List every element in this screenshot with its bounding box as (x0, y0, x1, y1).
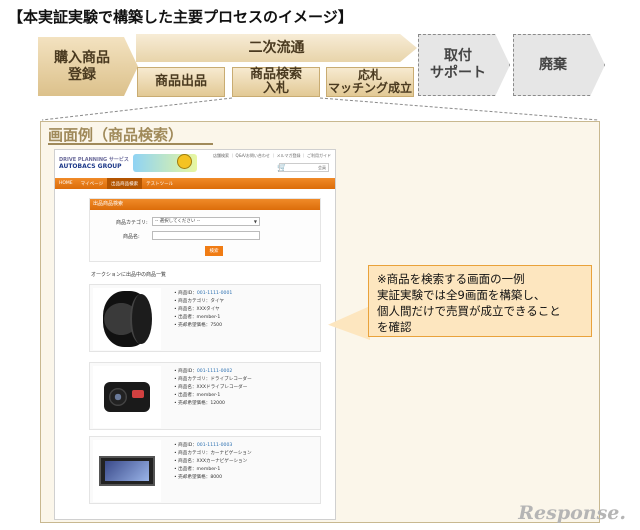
item-id-row: 商品ID：001-1111-0002 (174, 368, 252, 376)
item-image-dashcam[interactable] (93, 366, 161, 428)
item-id-row: 商品ID：001-1111-0003 (174, 442, 252, 450)
item-details: 商品ID：001-1111-0002 商品カテゴリ：ドライブレコーダー 商品名：… (174, 368, 252, 408)
list-item[interactable]: 商品ID：001-1111-0002 商品カテゴリ：ドライブレコーダー 商品名：… (89, 362, 321, 430)
item-price: 売却希望価格：7500 (174, 322, 232, 330)
user-box[interactable]: 会員 (279, 163, 329, 172)
dashcam-icon (104, 382, 150, 412)
note-line-2: 実証実験では全9画面を構築し、 (377, 288, 546, 302)
tire-icon (103, 291, 152, 347)
site-logo[interactable]: AUTOBACS GROUP (59, 163, 122, 170)
item-id-label: 商品ID： (178, 443, 197, 448)
item-id-link[interactable]: 001-1111-0003 (197, 443, 232, 448)
item-details: 商品ID：001-1111-0003 商品カテゴリ：カーナビゲーション 商品名：… (174, 442, 252, 482)
search-panel: 出品商品検索 商品カテゴリ: -- 選択してください -- ▼ 商品名: 検索 (89, 198, 321, 262)
note-line-1: ※商品を検索する画面の一例 (377, 272, 525, 286)
item-seller: 出品者：member-1 (174, 466, 252, 474)
note-line-4: を確認 (377, 320, 412, 334)
header-links[interactable]: 店舗検索 ｜ Q&A/お問い合わせ ｜ メルマガ登録 ｜ ご利用ガイド (213, 153, 331, 159)
item-image-tire[interactable] (93, 288, 161, 350)
website-mockup: DRIVE PLANNING サービス AUTOBACS GROUP 店舗検索 … (54, 149, 336, 520)
site-logo-line1: DRIVE PLANNING サービス (59, 157, 129, 163)
product-name-input[interactable] (152, 231, 260, 240)
item-image-navigation[interactable] (93, 440, 161, 502)
item-id-row: 商品ID：001-1111-0001 (174, 290, 232, 298)
category-select[interactable]: -- 選択してください -- ▼ (152, 217, 260, 226)
search-button[interactable]: 検索 (205, 246, 223, 256)
item-id-link[interactable]: 001-1111-0002 (197, 369, 232, 374)
category-label: 商品カテゴリ: (116, 220, 148, 226)
example-title: 画面例（商品検索） (48, 126, 184, 144)
item-id-label: 商品ID： (178, 291, 197, 296)
item-name: 商品名：XXXカーナビゲーション (174, 458, 252, 466)
item-name: 商品名：XXXタイヤ (174, 306, 232, 314)
nav-home[interactable]: HOME (55, 181, 77, 186)
note-callout: ※商品を検索する画面の一例 実証実験では全9画面を構築し、 個人間だけで売買が成… (368, 265, 592, 337)
product-name-label: 商品名: (123, 234, 140, 240)
search-panel-heading: 出品商品検索 (90, 199, 320, 210)
category-select-value: -- 選択してください -- (155, 219, 201, 224)
item-name: 商品名：XXXドライブレコーダー (174, 384, 252, 392)
nav-test-tool[interactable]: テストツール (142, 181, 177, 187)
list-item[interactable]: 商品ID：001-1111-0001 商品カテゴリ：タイヤ 商品名：XXXタイヤ… (89, 284, 321, 352)
item-price: 売却希望価格：8000 (174, 474, 252, 482)
chevron-down-icon: ▼ (253, 219, 257, 224)
item-category: 商品カテゴリ：タイヤ (174, 298, 232, 306)
item-seller: 出品者：member-1 (174, 314, 232, 322)
site-nav: HOME マイページ 出品商品検索 テストツール (55, 178, 335, 189)
item-details: 商品ID：001-1111-0001 商品カテゴリ：タイヤ 商品名：XXXタイヤ… (174, 290, 232, 330)
car-navigation-icon (99, 456, 155, 486)
nav-item-search[interactable]: 出品商品検索 (107, 178, 143, 189)
example-title-underline (48, 143, 213, 145)
watermark-logo: Response. (518, 502, 626, 524)
item-id-label: 商品ID： (178, 369, 197, 374)
listing-heading: オークションに出品中の商品一覧 (91, 272, 167, 278)
item-id-link[interactable]: 001-1111-0001 (197, 291, 232, 296)
item-seller: 出品者：member-1 (174, 392, 252, 400)
item-category: 商品カテゴリ：ドライブレコーダー (174, 376, 252, 384)
item-price: 売却希望価格：12000 (174, 400, 252, 408)
smiley-icon (177, 154, 192, 169)
note-line-3: 個人間だけで売買が成立できること (377, 304, 561, 318)
item-category: 商品カテゴリ：カーナビゲーション (174, 450, 251, 458)
nav-mypage[interactable]: マイページ (77, 181, 107, 187)
list-item[interactable]: 商品ID：001-1111-0003 商品カテゴリ：カーナビゲーション 商品名：… (89, 436, 321, 504)
